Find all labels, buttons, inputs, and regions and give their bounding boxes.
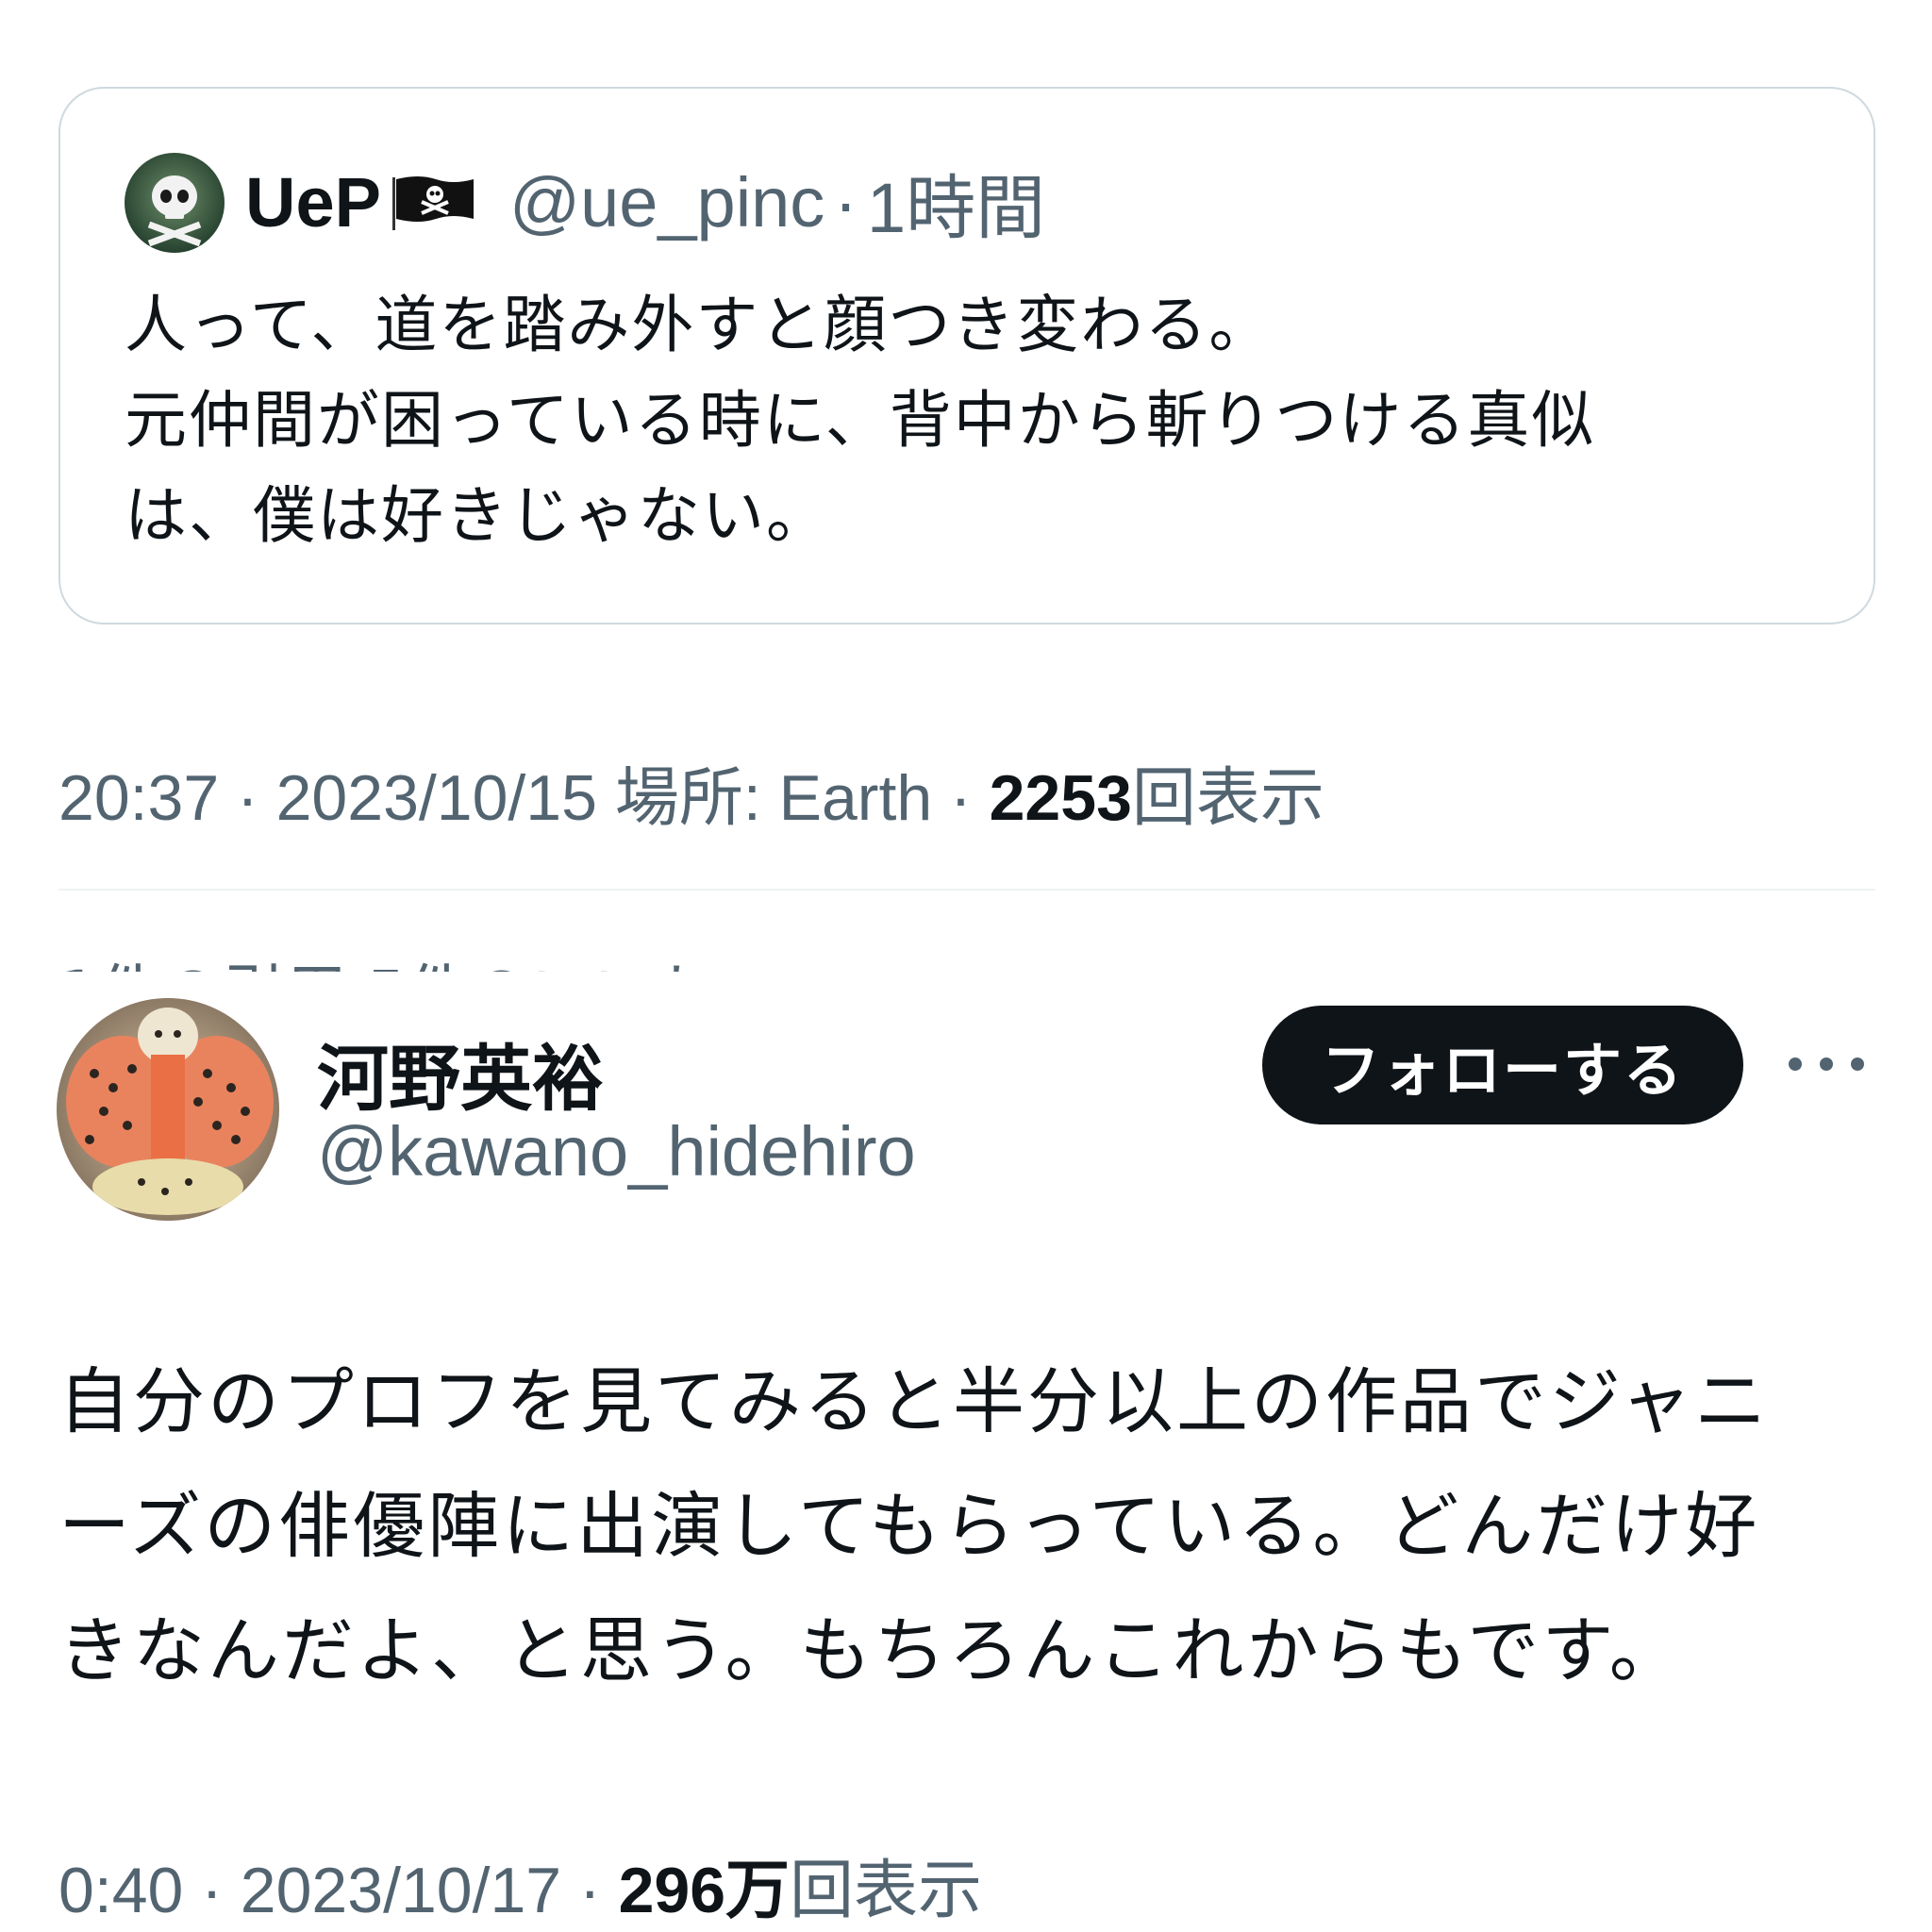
quoted-text-line: 元仲間が困っている時に、背中から斬りつける真似	[125, 384, 1596, 457]
quoted-tweet-time[interactable]: 1時間	[867, 152, 1045, 253]
quoted-tweet-header: UeP @ue_pinc · 1時間	[245, 155, 1045, 249]
views-count: 2253	[989, 762, 1132, 834]
views-label: 回表示	[1131, 762, 1324, 834]
dot	[1789, 1058, 1802, 1071]
quoted-user-handle[interactable]: @ue_pinc	[509, 162, 824, 242]
quoted-user-name[interactable]: UeP	[245, 162, 381, 242]
follow-button[interactable]: フォローする	[1262, 1006, 1743, 1124]
views-label: 回表示	[790, 1855, 983, 1926]
tweet-text-line: ーズの俳優陣に出演してもらっている。どんだけ好	[58, 1484, 1760, 1568]
user-handle[interactable]: @kawano_hidehiro	[317, 1111, 916, 1191]
tweet-date[interactable]: 2023/10/15	[276, 762, 597, 834]
tweet-text-line: 自分のプロフを見てみると半分以上の作品でジャニ	[58, 1359, 1770, 1443]
quoted-user-avatar[interactable]	[125, 153, 225, 253]
separator-dot: ·	[219, 762, 276, 834]
user-name[interactable]: 河野英裕	[317, 1021, 604, 1124]
tweet-location: 場所: Earth	[596, 762, 933, 834]
tweet-meta-line: 20:37 · 2023/10/15 場所: Earth · 2253回表示	[58, 745, 1324, 839]
separator-dot: ·	[834, 162, 858, 242]
quoted-text-line: は、僕は好きじゃない。	[125, 479, 830, 552]
tweet-date[interactable]: 2023/10/17	[241, 1855, 561, 1926]
tweet-text-line: きなんだよ、と思う。もちろんこれからもです。	[58, 1608, 1684, 1692]
engagement-stats-row[interactable]: 1件の引用 5件のいいね	[58, 943, 1875, 972]
tweet-meta-line: 0:40 · 2023/10/17 · 296万回表示	[58, 1838, 982, 1931]
quoted-tweet-text: 人って、道を踏み外すと顔つき変わる。 元仲間が困っている時に、背中から斬りつける…	[125, 277, 1804, 563]
more-dots-icon[interactable]	[1789, 1043, 1864, 1085]
dot	[1851, 1058, 1864, 1071]
dot	[1820, 1058, 1833, 1071]
quoted-tweet-card[interactable]: UeP @ue_pinc · 1時間 人って、道を踏み外すと顔つき変わる。 元仲…	[58, 87, 1875, 625]
divider	[58, 889, 1875, 891]
pirate-flag-icon	[391, 174, 475, 230]
user-avatar[interactable]	[57, 998, 279, 1221]
engagement-stats-text: 1件の引用 5件のいいね	[58, 943, 718, 972]
quoted-text-line: 人って、道を踏み外すと顔つき変わる。	[125, 289, 1274, 361]
separator-dot: ·	[561, 1855, 619, 1926]
tweet-text: 自分のプロフを見てみると半分以上の作品でジャニ ーズの俳優陣に出演してもらってい…	[58, 1340, 1875, 1713]
tweet-time[interactable]: 20:37	[58, 762, 219, 834]
tweet-time[interactable]: 0:40	[58, 1855, 183, 1926]
views-count: 296万	[618, 1855, 791, 1926]
separator-dot: ·	[183, 1855, 241, 1926]
separator-dot: ·	[932, 762, 990, 834]
